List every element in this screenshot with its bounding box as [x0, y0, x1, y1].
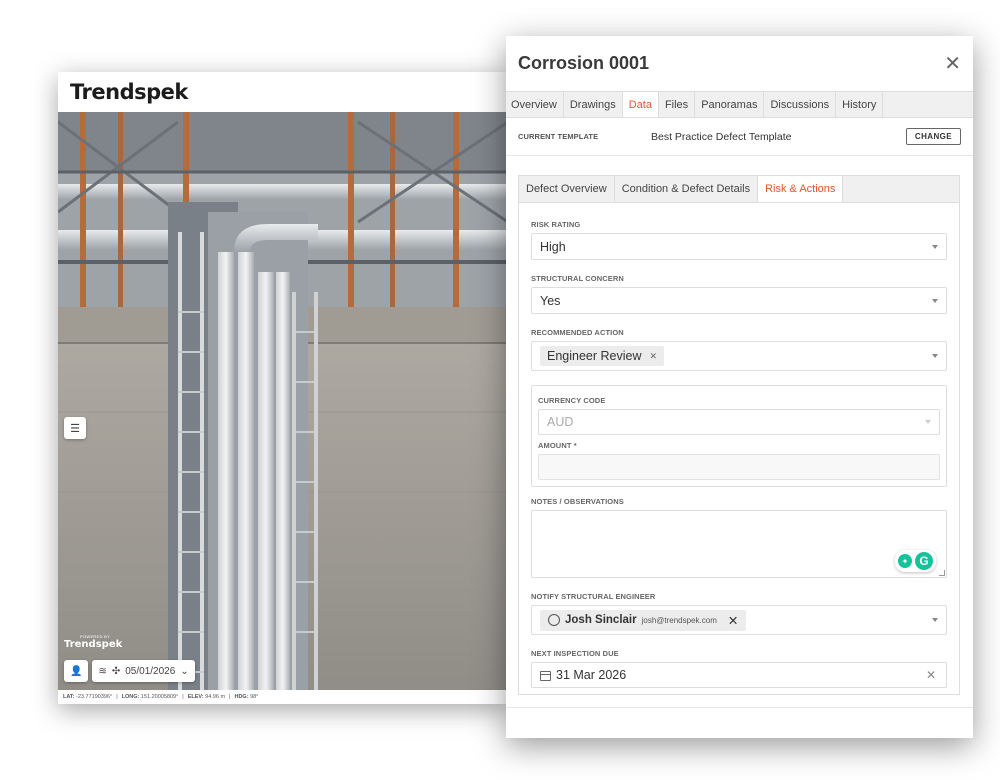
tab-history[interactable]: History	[836, 92, 884, 117]
resize-handle-icon[interactable]	[939, 570, 945, 576]
amount-input[interactable]	[538, 454, 940, 480]
tab-data[interactable]: Data	[622, 92, 659, 117]
viewer-toolbar: 👤 ≋ ✣ 05/01/2026 ⌄	[64, 660, 195, 682]
lightbulb-icon: ✦	[898, 554, 912, 568]
user-email: josh@trendspek.com	[641, 615, 717, 625]
template-label: CURRENT TEMPLATE	[518, 132, 599, 141]
next-inspection-date-input[interactable]: 31 Mar 2026 ✕	[531, 662, 947, 688]
calendar-icon	[540, 670, 551, 681]
dropdown-caret-icon	[932, 618, 938, 622]
risk-rating-label: RISK RATING	[531, 220, 581, 229]
hdg-value: 98°	[250, 694, 259, 700]
action-chip-label: Engineer Review	[547, 349, 642, 363]
currency-code-value: AUD	[547, 415, 574, 429]
clear-date-icon[interactable]: ✕	[926, 668, 936, 682]
currency-code-select[interactable]: AUD	[538, 409, 940, 435]
grammarly-icon: G	[915, 552, 933, 570]
template-value: Best Practice Defect Template	[651, 130, 792, 143]
template-section: Defect Overview Condition & Defect Detai…	[518, 175, 960, 695]
amount-label: AMOUNT *	[538, 441, 577, 450]
section-subtabs: Defect Overview Condition & Defect Detai…	[519, 176, 959, 203]
tab-overview[interactable]: Overview	[506, 92, 564, 117]
tab-drawings[interactable]: Drawings	[564, 92, 623, 117]
industrial-scene-illustration	[58, 112, 508, 704]
user-chip: Josh Sinclair josh@trendspek.com ✕	[540, 609, 747, 631]
currency-code-label: CURRENCY CODE	[538, 396, 606, 405]
dropdown-caret-icon	[925, 420, 931, 424]
tab-files[interactable]: Files	[659, 92, 696, 117]
change-template-button[interactable]: CHANGE	[905, 128, 961, 145]
next-inspection-value: 31 Mar 2026	[556, 668, 627, 682]
elev-value: 94.96 m	[205, 694, 226, 700]
user-icon[interactable]: 👤	[64, 660, 89, 682]
risk-rating-value: High	[540, 239, 566, 254]
powered-by-logo: POWERED BY Trendspek	[64, 634, 123, 650]
close-icon[interactable]: ✕	[944, 51, 961, 76]
dropdown-caret-icon	[932, 354, 938, 358]
subtab-risk-actions[interactable]: Risk & Actions	[758, 176, 844, 202]
user-name: Josh Sinclair	[565, 614, 637, 626]
structural-concern-label: STRUCTURAL CONCERN	[531, 274, 624, 283]
layers-list-icon[interactable]: ☰	[64, 417, 86, 439]
layers-icon: ≋	[98, 665, 107, 677]
structural-concern-select[interactable]: Yes	[531, 287, 947, 314]
drone-icon: ✣	[111, 665, 121, 677]
notify-engineer-select[interactable]: Josh Sinclair josh@trendspek.com ✕	[531, 605, 947, 635]
notes-textarea[interactable]: ✦ G	[531, 510, 947, 578]
panel-header: Corrosion 0001 ✕	[506, 36, 973, 91]
subtab-defect-overview[interactable]: Defect Overview	[519, 176, 615, 202]
panel-title: Corrosion 0001	[518, 53, 650, 73]
capture-date: 05/01/2026	[125, 665, 176, 677]
dropdown-caret-icon	[932, 244, 938, 249]
risk-rating-select[interactable]: High	[531, 233, 947, 260]
remove-user-icon[interactable]: ✕	[722, 613, 738, 628]
structural-concern-value: Yes	[540, 293, 561, 308]
long-value: 151.20005809°	[140, 694, 179, 700]
risk-actions-form: RISK RATING High STRUCTURAL CONCERN Yes …	[519, 203, 959, 688]
dropdown-caret-icon	[932, 298, 938, 303]
avatar-icon	[548, 614, 560, 626]
site-photo[interactable]: ☰ POWERED BY Trendspek 👤 ≋ ✣ 05/01/2026 …	[58, 112, 508, 704]
next-inspection-label: NEXT INSPECTION DUE	[531, 649, 619, 658]
lat-value: -23.77190396°	[76, 694, 113, 700]
subtab-condition-details[interactable]: Condition & Defect Details	[615, 176, 759, 202]
brand-logo: Trendspek	[70, 80, 188, 104]
panel-tabs: Overview Drawings Data Files Panoramas D…	[506, 91, 973, 118]
template-row: CURRENT TEMPLATE Best Practice Defect Te…	[506, 118, 973, 156]
panel-footer-divider	[506, 707, 973, 708]
grammarly-widget[interactable]: ✦ G	[895, 550, 936, 572]
notes-label: NOTES / OBSERVATIONS	[531, 497, 624, 506]
recommended-action-select[interactable]: Engineer Review ✕	[531, 341, 947, 371]
coordinates-bar: LAT: -23.77190396° | LONG: 151.20005809°…	[58, 690, 508, 704]
action-chip: Engineer Review ✕	[540, 346, 665, 366]
date-selector[interactable]: ≋ ✣ 05/01/2026 ⌄	[92, 660, 195, 682]
tab-panoramas[interactable]: Panoramas	[695, 92, 765, 117]
defect-panel: Corrosion 0001 ✕ Overview Drawings Data …	[506, 36, 973, 738]
chevron-down-icon: ⌄	[180, 665, 189, 677]
viewer-header: Trendspek	[58, 72, 508, 112]
remove-chip-icon[interactable]: ✕	[650, 351, 658, 362]
notify-engineer-label: NOTIFY STRUCTURAL ENGINEER	[531, 592, 656, 601]
recommended-action-label: RECOMMENDED ACTION	[531, 328, 624, 337]
cost-estimate-group: CURRENCY CODE AUD AMOUNT *	[531, 385, 947, 487]
tab-discussions[interactable]: Discussions	[764, 92, 837, 117]
site-viewer-window: Trendspek ☰ POWERED BY Trendspek 👤 ≋ ✣ 0…	[58, 72, 508, 704]
